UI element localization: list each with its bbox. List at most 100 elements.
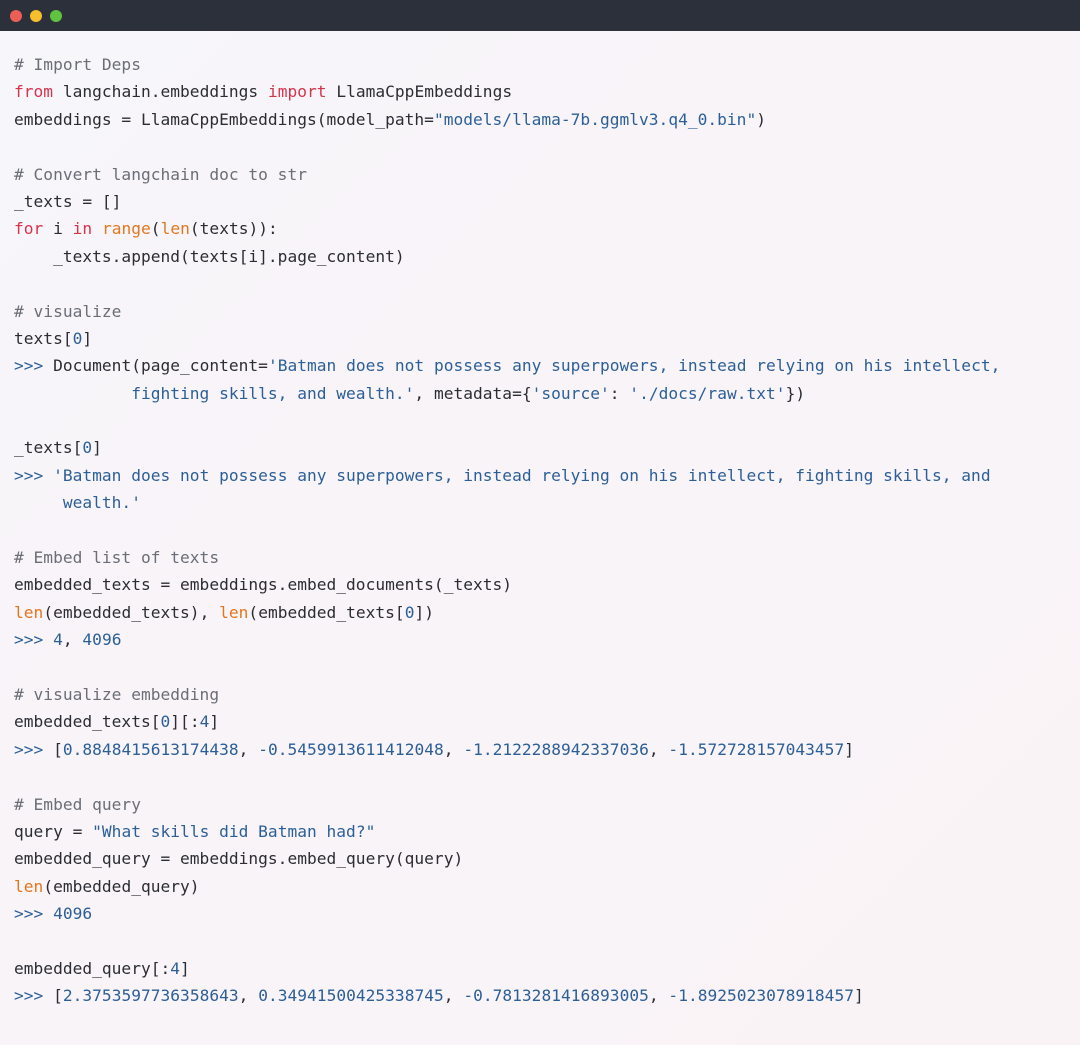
code-token: : xyxy=(609,383,630,403)
code-line: wealth.' xyxy=(14,489,1070,516)
code-token: ] xyxy=(853,986,864,1006)
code-token: embedded_texts = embeddings.embed_docume… xyxy=(14,575,513,595)
code-token: # Embed list of texts xyxy=(14,548,220,568)
code-token: _texts.append(texts[i].page_content) xyxy=(14,246,405,266)
code-token: -0.5459913611412048 xyxy=(258,739,444,759)
code-token: i xyxy=(43,219,73,239)
code-token: (texts)): xyxy=(189,219,278,239)
code-line: _texts.append(texts[i].page_content) xyxy=(14,243,1070,270)
code-token: 4096 xyxy=(82,630,122,650)
code-token: embedded_query = embeddings.embed_query(… xyxy=(14,849,464,869)
code-line: >>> 4096 xyxy=(14,900,1070,927)
code-token: , xyxy=(62,630,83,650)
code-token: LlamaCppEmbeddings xyxy=(326,82,513,102)
code-token: , xyxy=(648,739,669,759)
code-token: >>> xyxy=(14,904,54,924)
code-line: embedded_texts = embeddings.embed_docume… xyxy=(14,571,1070,598)
code-token: range xyxy=(101,219,151,239)
code-token: -1.2122288942337036 xyxy=(463,739,649,759)
code-token: , xyxy=(238,986,259,1006)
code-token: ][: xyxy=(170,712,200,732)
code-token: 0.34941500425338745 xyxy=(258,986,444,1006)
code-token: (embedded_query) xyxy=(43,876,200,896)
code-block: # Import Deps from langchain.embeddings i… xyxy=(14,51,1070,1010)
code-token: import xyxy=(267,82,327,102)
code-token: in xyxy=(72,219,93,239)
code-token: }) xyxy=(785,383,806,403)
close-button[interactable] xyxy=(10,9,22,22)
code-line: >>> 'Batman does not possess any superpo… xyxy=(14,462,1070,489)
code-token: embedded_texts[ xyxy=(14,712,161,732)
code-token: 'Batman does not possess any superpowers… xyxy=(267,356,1001,376)
title-bar xyxy=(0,0,1080,31)
code-token: [ xyxy=(53,986,63,1006)
code-line: for i in range(len(texts)): xyxy=(14,215,1070,242)
code-line: embedded_query = embeddings.embed_query(… xyxy=(14,845,1070,872)
code-token: -0.7813281416893005 xyxy=(463,986,649,1006)
code-token: './docs/raw.txt' xyxy=(629,383,786,403)
code-token: wealth.' xyxy=(14,493,141,513)
maximize-button[interactable] xyxy=(50,9,62,22)
code-token: for xyxy=(14,219,44,239)
code-token: 4096 xyxy=(53,904,93,924)
code-line: # Embed query xyxy=(14,791,1070,818)
code-token: (embedded_texts[ xyxy=(248,602,405,622)
code-line: >>> [0.8848415613174438, -0.545991361141… xyxy=(14,736,1070,763)
code-token: 0.8848415613174438 xyxy=(62,739,239,759)
code-line: len(embedded_texts), len(embedded_texts[… xyxy=(14,599,1070,626)
code-token: ]) xyxy=(414,602,435,622)
code-token: ] xyxy=(209,712,220,732)
code-line: >>> 4, 4096 xyxy=(14,626,1070,653)
code-token: langchain.embeddings xyxy=(53,82,268,102)
code-token: -1.8925023078918457 xyxy=(668,986,854,1006)
code-token: # Convert langchain doc to str xyxy=(14,164,307,184)
code-line: fighting skills, and wealth.', metadata=… xyxy=(14,380,1070,407)
code-token: Document(page_content= xyxy=(53,356,268,376)
code-line: embeddings = LlamaCppEmbeddings(model_pa… xyxy=(14,106,1070,133)
code-token: ( xyxy=(150,219,161,239)
code-token: embedded_query[: xyxy=(14,958,171,978)
code-line: from langchain.embeddings import LlamaCp… xyxy=(14,78,1070,105)
code-token: 2.3753597736358643 xyxy=(62,986,239,1006)
code-line: _texts[0] xyxy=(14,434,1070,461)
code-token: ] xyxy=(844,739,854,759)
code-token: ] xyxy=(82,328,93,348)
code-token: "What skills did Batman had?" xyxy=(92,821,376,841)
code-token: # visualize xyxy=(14,301,122,321)
code-token: [ xyxy=(53,739,63,759)
code-token: # Import Deps xyxy=(14,55,141,74)
code-line: # visualize embedding xyxy=(14,681,1070,708)
code-token: embeddings = LlamaCppEmbeddings(model_pa… xyxy=(14,109,434,129)
code-token: ] xyxy=(92,438,102,458)
code-token: len xyxy=(14,602,44,622)
code-line: len(embedded_query) xyxy=(14,873,1070,900)
code-line: embedded_query[:4] xyxy=(14,955,1070,982)
code-token: from xyxy=(14,82,54,102)
minimize-button[interactable] xyxy=(30,9,42,22)
code-token: "models/llama-7b.ggmlv3.q4_0.bin" xyxy=(433,109,757,129)
code-token: ] xyxy=(180,958,190,978)
code-token: 0 xyxy=(72,328,83,348)
code-token: >>> xyxy=(14,986,54,1006)
code-line: >>> [2.3753597736358643, 0.3494150042533… xyxy=(14,982,1070,1009)
code-line: # Import Deps xyxy=(14,51,1070,78)
code-token: len xyxy=(219,602,249,622)
code-token: len xyxy=(160,219,190,239)
code-line: query = "What skills did Batman had?" xyxy=(14,818,1070,845)
code-token: # visualize embedding xyxy=(14,684,220,704)
code-token: , xyxy=(443,739,464,759)
code-token: , xyxy=(443,986,464,1006)
code-token: , xyxy=(648,986,669,1006)
code-token: , metadata={ xyxy=(414,383,532,403)
code-token: ) xyxy=(756,109,766,129)
code-token: fighting skills, and wealth.' xyxy=(14,383,415,403)
code-line: # Convert langchain doc to str xyxy=(14,161,1070,188)
code-token: _texts = [] xyxy=(14,191,122,211)
